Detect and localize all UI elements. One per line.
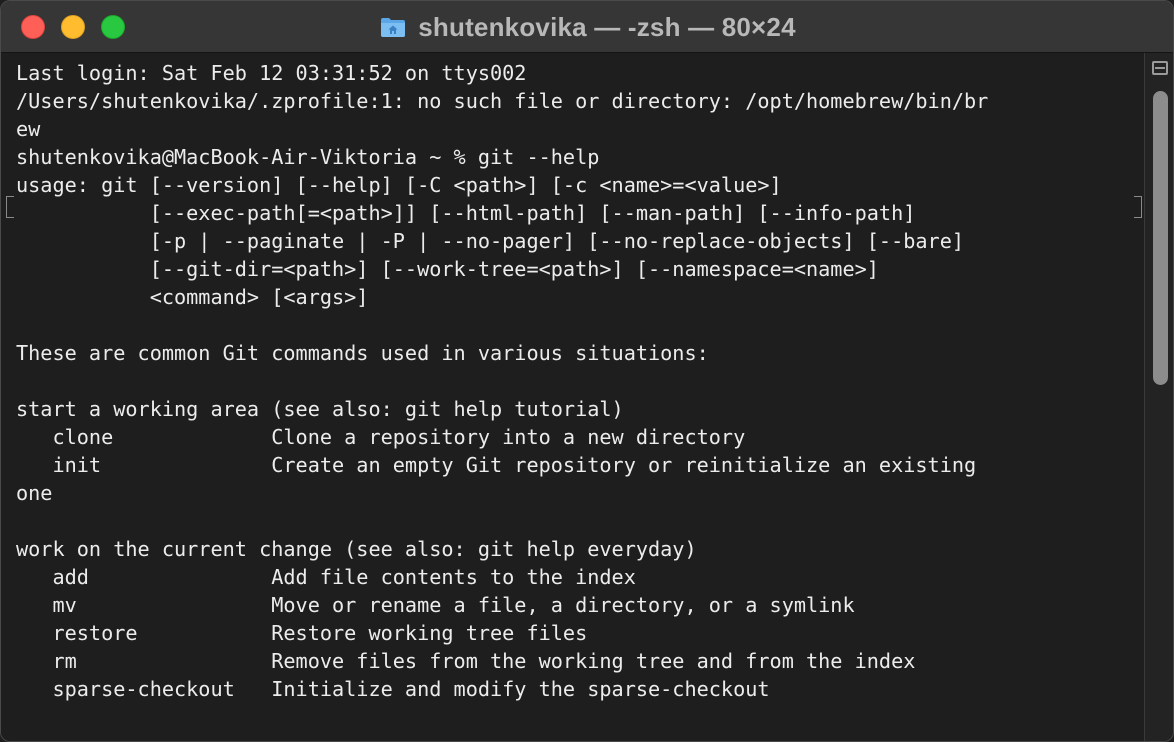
terminal-line: These are common Git commands used in va…	[16, 341, 709, 365]
terminal-line: usage: git [--version] [--help] [-C <pat…	[16, 173, 782, 197]
prompt-line: shutenkovika@MacBook-Air-Viktoria ~ % gi…	[16, 145, 600, 169]
folder-home-icon	[381, 18, 406, 37]
terminal-line: /Users/shutenkovika/.zprofile:1: no such…	[16, 89, 989, 113]
mark-bracket-left	[6, 196, 14, 218]
terminal-line: Last login: Sat Feb 12 03:31:52 on ttys0…	[16, 61, 527, 85]
zoom-button[interactable]	[101, 15, 125, 39]
vertical-scrollbar[interactable]	[1144, 53, 1173, 741]
terminal-line: start a working area (see also: git help…	[16, 397, 624, 421]
terminal-line: mv Move or rename a file, a directory, o…	[16, 593, 855, 617]
terminal-line: work on the current change (see also: gi…	[16, 537, 697, 561]
terminal-line: <command> [<args>]	[16, 285, 369, 309]
terminal-output[interactable]: Last login: Sat Feb 12 03:31:52 on ttys0…	[1, 53, 1143, 741]
terminal-window: shutenkovika — -zsh — 80×24 Last login: …	[0, 0, 1174, 742]
terminal-line: sparse-checkout Initialize and modify th…	[16, 677, 770, 701]
terminal-line: init Create an empty Git repository or r…	[16, 453, 977, 477]
terminal-line: one	[16, 481, 53, 505]
close-button[interactable]	[21, 15, 45, 39]
terminal-line: [--exec-path[=<path>]] [--html-path] [--…	[16, 201, 916, 225]
terminal-line: [-p | --paginate | -P | --no-pager] [--n…	[16, 229, 965, 253]
scrollbar-thumb[interactable]	[1153, 91, 1168, 385]
minimize-button[interactable]	[61, 15, 85, 39]
terminal-line: clone Clone a repository into a new dire…	[16, 425, 746, 449]
terminal-line: rm Remove files from the working tree an…	[16, 649, 916, 673]
window-title: shutenkovika — -zsh — 80×24	[418, 11, 796, 42]
terminal-line: restore Restore working tree files	[16, 621, 588, 645]
terminal-line: ew	[16, 117, 41, 141]
split-pane-icon[interactable]	[1152, 61, 1168, 75]
terminal-line: add Add file contents to the index	[16, 565, 636, 589]
mark-bracket-right	[1134, 196, 1142, 218]
title-bar[interactable]: shutenkovika — -zsh — 80×24	[1, 1, 1173, 53]
terminal-line: [--git-dir=<path>] [--work-tree=<path>] …	[16, 257, 879, 281]
